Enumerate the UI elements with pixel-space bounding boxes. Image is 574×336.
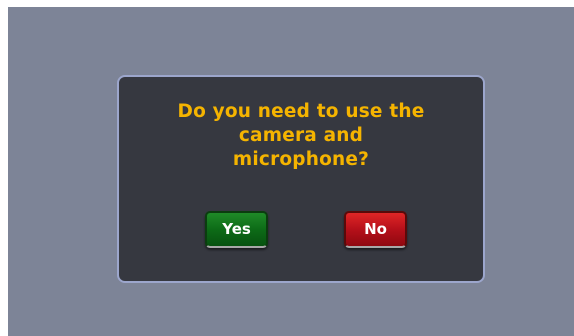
question-line-1: Do you need to use the [177, 101, 425, 122]
modal-backdrop: Do you need to use the camera and microp… [8, 7, 574, 336]
permission-dialog: Do you need to use the camera and microp… [117, 75, 485, 283]
dialog-question: Do you need to use the camera and microp… [119, 100, 483, 172]
no-button[interactable]: No [344, 211, 407, 248]
question-line-3: microphone? [232, 149, 370, 170]
question-line-2: camera and [238, 125, 364, 146]
yes-button[interactable]: Yes [205, 211, 268, 248]
